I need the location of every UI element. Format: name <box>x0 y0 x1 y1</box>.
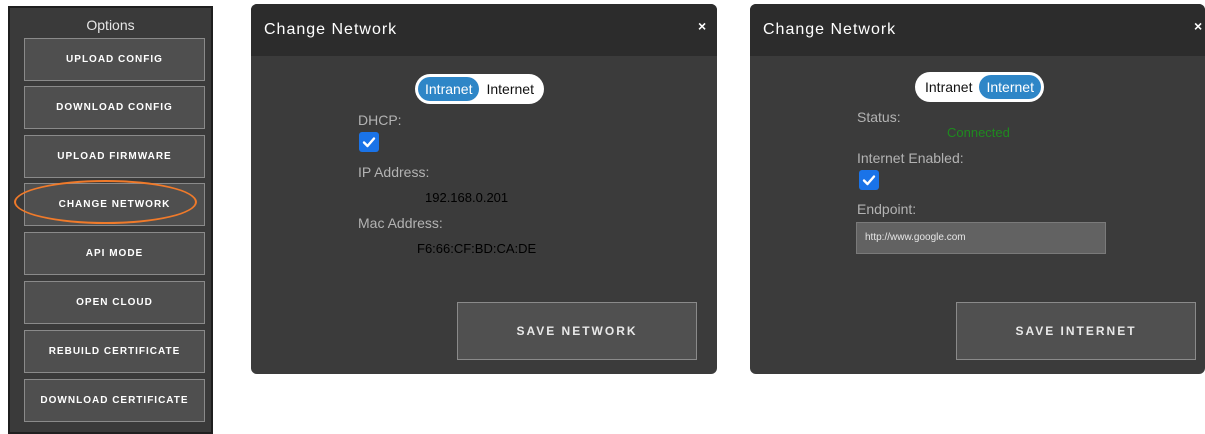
internet-enabled-label: Internet Enabled: <box>857 150 964 166</box>
change-network-dialog-internet: Change Network × Intranet Internet Statu… <box>750 4 1205 374</box>
ip-address-label: IP Address: <box>358 164 430 180</box>
internet-enabled-checkbox[interactable] <box>859 170 879 190</box>
open-cloud-button[interactable]: OPEN CLOUD <box>24 281 205 324</box>
network-mode-toggle[interactable]: Intranet Internet <box>915 72 1044 102</box>
ip-address-value: 192.168.0.201 <box>425 190 509 205</box>
toggle-internet[interactable]: Internet <box>479 77 540 101</box>
status-label: Status: <box>857 109 901 125</box>
dhcp-label: DHCP: <box>358 112 402 128</box>
save-internet-button[interactable]: SAVE INTERNET <box>956 302 1196 360</box>
options-panel: Options UPLOAD CONFIG DOWNLOAD CONFIG UP… <box>8 6 213 434</box>
dialog-title: Change Network <box>763 21 897 38</box>
dialog-header: Change Network × <box>251 4 717 56</box>
options-title: Options <box>86 17 135 33</box>
mac-address-label: Mac Address: <box>358 215 443 231</box>
dialog-title: Change Network <box>264 21 398 38</box>
mac-address-value: F6:66:CF:BD:CA:DE <box>417 241 537 256</box>
toggle-intranet[interactable]: Intranet <box>918 75 979 99</box>
toggle-internet[interactable]: Internet <box>979 75 1041 99</box>
close-icon[interactable]: × <box>698 18 706 34</box>
close-icon[interactable]: × <box>1194 18 1202 34</box>
upload-config-button[interactable]: UPLOAD CONFIG <box>24 38 205 81</box>
download-certificate-button[interactable]: DOWNLOAD CERTIFICATE <box>24 379 205 422</box>
dialog-header: Change Network × <box>750 4 1205 56</box>
download-config-button[interactable]: DOWNLOAD CONFIG <box>24 86 205 129</box>
change-network-dialog-intranet: Change Network × Intranet Internet DHCP:… <box>251 4 717 374</box>
endpoint-label: Endpoint: <box>857 201 917 217</box>
save-network-button[interactable]: SAVE NETWORK <box>457 302 697 360</box>
upload-firmware-button[interactable]: UPLOAD FIRMWARE <box>24 135 205 178</box>
api-mode-button[interactable]: API MODE <box>24 232 205 275</box>
status-value: Connected <box>947 125 1010 140</box>
toggle-intranet[interactable]: Intranet <box>418 77 480 101</box>
checkmark-icon <box>862 175 876 186</box>
change-network-button[interactable]: CHANGE NETWORK <box>24 183 205 226</box>
endpoint-input[interactable]: http://www.google.com <box>856 222 1106 254</box>
network-mode-toggle[interactable]: Intranet Internet <box>415 74 544 104</box>
checkmark-icon <box>362 137 376 148</box>
rebuild-certificate-button[interactable]: REBUILD CERTIFICATE <box>24 330 205 373</box>
dhcp-checkbox[interactable] <box>359 132 379 152</box>
